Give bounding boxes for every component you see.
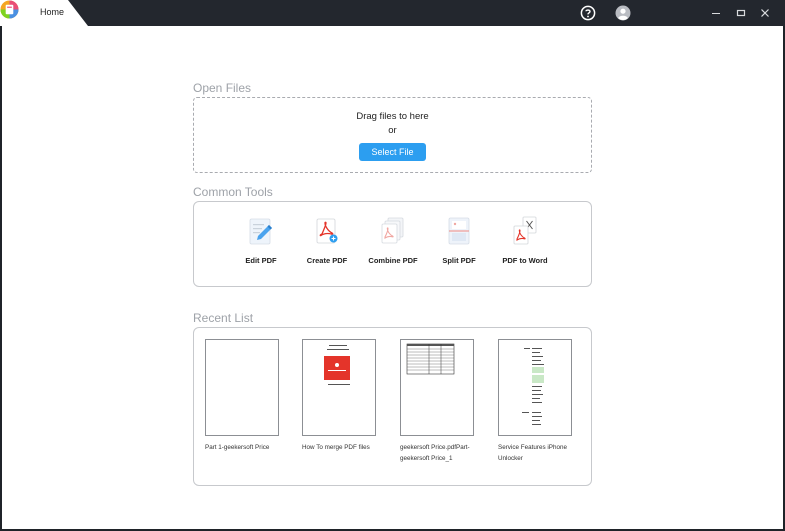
split-pdf-icon	[448, 217, 470, 245]
thumbnail-preview	[522, 348, 544, 425]
thumbnail-preview	[324, 345, 350, 385]
tab-home-label: Home	[40, 7, 65, 17]
app-logo-icon	[0, 0, 19, 19]
create-pdf-icon	[316, 218, 338, 244]
user-icon[interactable]	[615, 5, 631, 21]
recent-list-title: Recent List	[193, 311, 254, 325]
file-drop-zone[interactable]: Drag files to here or Select File	[193, 97, 592, 173]
common-tools-panel: Edit PDF Create PDF Combine PDF Split PD…	[193, 201, 592, 287]
drag-files-text: Drag files to here	[356, 111, 429, 122]
file-thumbnail[interactable]	[400, 339, 474, 436]
file-thumbnail[interactable]	[498, 339, 572, 436]
maximize-icon[interactable]	[732, 4, 750, 22]
recent-file-name: geekersoft Price.pdfPart-geekersoft Pric…	[400, 444, 470, 462]
tool-label: Edit PDF	[245, 256, 277, 265]
open-files-title: Open Files	[193, 81, 252, 95]
select-file-button[interactable]: Select File	[359, 143, 426, 161]
tool-label: Combine PDF	[368, 256, 418, 265]
common-tools-title: Common Tools	[193, 185, 273, 199]
edit-pdf-icon	[249, 218, 272, 245]
title-bar: Home	[0, 0, 785, 26]
home-content: Open Files Drag files to here or Select …	[2, 26, 783, 529]
recent-file-name: Part 1-geekersoft Price	[205, 444, 270, 451]
recent-list-panel: Part 1-geekersoft Price How To merge PDF…	[193, 327, 592, 486]
file-thumbnail[interactable]	[205, 339, 279, 436]
tool-label: Create PDF	[306, 256, 348, 265]
pdf-to-word-icon	[513, 216, 537, 245]
tab-home[interactable]: Home	[0, 0, 88, 26]
tool-label: Split PDF	[442, 256, 476, 265]
file-thumbnail[interactable]	[302, 339, 376, 436]
tool-label: PDF to Word	[502, 256, 548, 265]
thumbnail-preview	[406, 343, 455, 375]
minimize-icon[interactable]	[707, 4, 725, 22]
combine-pdf-icon	[381, 217, 404, 244]
close-icon[interactable]	[756, 4, 774, 22]
recent-file-name: How To merge PDF files	[302, 444, 370, 451]
or-text: or	[388, 125, 397, 136]
app-window: Home Open Files Drag files to here or Se…	[0, 0, 785, 531]
help-icon[interactable]	[580, 5, 596, 21]
recent-file-name: Service Features iPhone Unlocker	[498, 444, 567, 462]
